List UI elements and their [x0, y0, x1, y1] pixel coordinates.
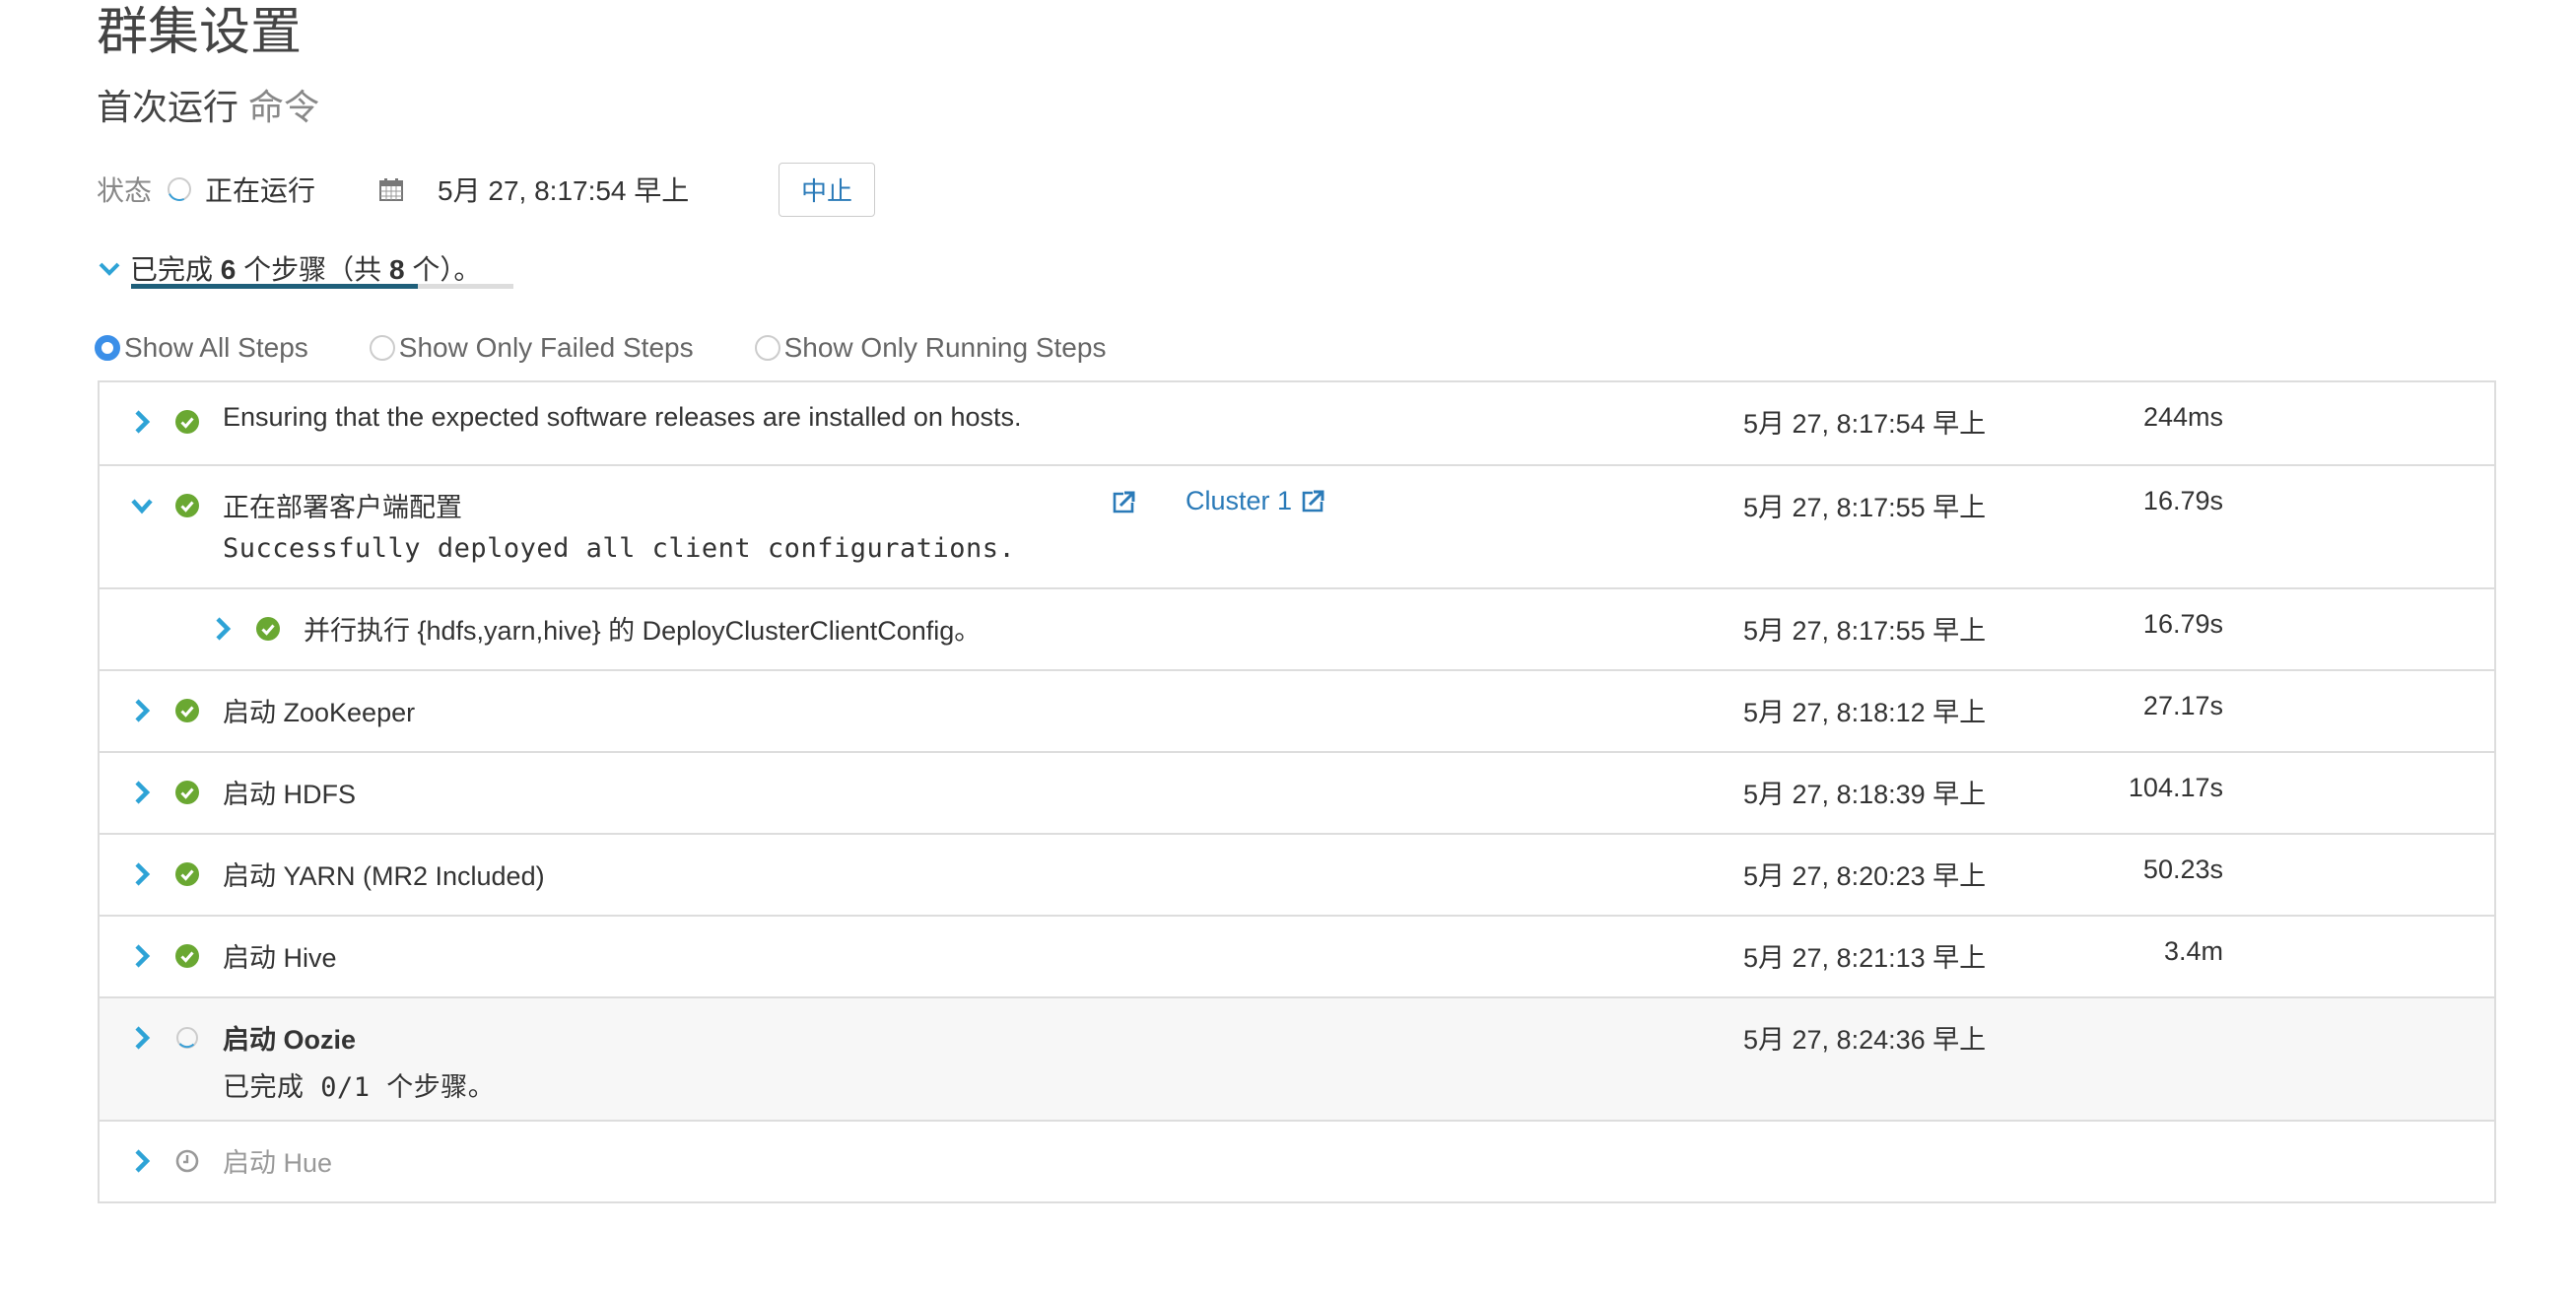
step-filter-group: Show All Steps Show Only Failed Steps Show…: [95, 328, 1106, 368]
external-link-icon[interactable]: [1300, 489, 1325, 514]
chevron-right-icon[interactable]: [131, 409, 153, 435]
summary-text: 已完成 6 个步骤（共 8 个）。: [130, 254, 482, 285]
step-duration: 244ms: [2142, 402, 2223, 432]
step-duration: 104.17s: [2128, 773, 2223, 802]
step-label: 启动 HDFS: [223, 780, 356, 809]
chevron-right-icon[interactable]: [131, 1025, 153, 1051]
pending-clock-icon: [175, 1149, 199, 1173]
abort-button[interactable]: 中止: [779, 163, 875, 217]
step-start-time: 5月 27, 8:18:12 早上: [1743, 698, 1987, 727]
step-start-time: 5月 27, 8:17:54 早上: [1743, 409, 1987, 439]
step-label: 正在部署客户端配置: [223, 493, 462, 522]
success-check-icon: [175, 781, 199, 804]
filter-label: Show All Steps: [124, 332, 308, 363]
step-row: 启动 HDFS 5月 27, 8:18:39 早上 104.17s: [100, 751, 2494, 833]
step-start-time: 5月 27, 8:24:36 早上: [1743, 1025, 1987, 1055]
filter-label: Show Only Running Steps: [783, 332, 1107, 363]
step-row: 启动 Hive 5月 27, 8:21:13 早上 3.4m: [100, 915, 2494, 996]
chevron-right-icon[interactable]: [131, 943, 153, 969]
running-spinner-icon: [176, 1027, 198, 1049]
success-check-icon: [175, 944, 199, 968]
steps-table: Ensuring that the expected software rele…: [98, 380, 2496, 1203]
step-start-time: 5月 27, 8:18:39 早上: [1743, 780, 1987, 809]
step-row: 启动 ZooKeeper 5月 27, 8:18:12 早上 27.17s: [100, 669, 2494, 751]
step-duration: 16.79s: [2142, 486, 2223, 515]
running-spinner-icon: [168, 177, 192, 201]
step-duration: 16.79s: [2142, 609, 2223, 639]
step-start-time: 5月 27, 8:21:13 早上: [1743, 943, 1987, 973]
chevron-down-icon: [99, 262, 120, 276]
step-label: Ensuring that the expected software rele…: [223, 402, 1022, 432]
step-label: 启动 Hive: [223, 943, 337, 973]
completed-count: 6: [220, 254, 237, 285]
steps-progress-fill: [131, 284, 418, 289]
radio-unchecked-icon[interactable]: [754, 335, 780, 361]
page-title: 群集设置: [97, 4, 303, 61]
success-check-icon: [175, 862, 199, 886]
step-label: 启动 Hue: [223, 1148, 333, 1178]
step-duration: 50.23s: [2142, 855, 2223, 884]
step-row: 启动 YARN (MR2 Included) 5月 27, 8:20:23 早上 5…: [100, 833, 2494, 915]
chevron-right-icon[interactable]: [131, 698, 153, 723]
filter-option[interactable]: Show All Steps: [95, 332, 308, 364]
command-name: 首次运行: [97, 87, 239, 127]
total-count: 8: [388, 254, 405, 285]
radio-checked-icon[interactable]: [95, 335, 120, 361]
success-check-icon: [256, 617, 280, 641]
chevron-right-icon[interactable]: [131, 780, 153, 805]
success-check-icon: [175, 494, 199, 517]
status-value: 正在运行: [205, 175, 316, 206]
status-row: 状态 正在运行 5月 27, 8:17:54 早上: [97, 168, 689, 211]
step-start-time: 5月 27, 8:17:55 早上: [1743, 616, 1987, 646]
step-label: 启动 YARN (MR2 Included): [223, 861, 545, 891]
step-duration: 27.17s: [2142, 691, 2223, 720]
step-duration: 3.4m: [2163, 936, 2223, 966]
step-label: 启动 Oozie: [223, 1025, 357, 1055]
cluster-link[interactable]: Cluster 1: [1186, 486, 1325, 516]
step-detail: 已完成 0/1 个步骤。: [223, 1072, 496, 1103]
step-row: 启动 Oozie 已完成 0/1 个步骤。 5月 27, 8:24:36 早上: [100, 996, 2494, 1120]
external-link-icon[interactable]: [1111, 490, 1136, 515]
chevron-right-icon[interactable]: [131, 1148, 153, 1174]
radio-unchecked-icon[interactable]: [369, 335, 395, 361]
start-time: 5月 27, 8:17:54 早上: [438, 175, 690, 206]
filter-option[interactable]: Show Only Running Steps: [754, 332, 1107, 364]
success-check-icon: [175, 410, 199, 434]
step-row: 并行执行 {hdfs,yarn,hive} 的 DeployClusterCli…: [100, 587, 2494, 669]
steps-progress-bar: [131, 284, 513, 289]
step-row: Ensuring that the expected software rele…: [100, 382, 2494, 464]
chevron-right-icon[interactable]: [212, 616, 234, 642]
step-start-time: 5月 27, 8:17:55 早上: [1743, 493, 1987, 522]
step-row: 正在部署客户端配置 Cluster 1 Successfully deployed …: [100, 464, 2494, 587]
calendar-icon: [379, 178, 404, 201]
step-detail: Successfully deployed all client configu…: [223, 533, 1016, 564]
filter-label: Show Only Failed Steps: [398, 332, 694, 363]
step-start-time: 5月 27, 8:20:23 早上: [1743, 861, 1987, 891]
cluster-link-label: Cluster 1: [1186, 486, 1293, 515]
success-check-icon: [175, 699, 199, 722]
chevron-right-icon[interactable]: [131, 861, 153, 887]
step-label: 启动 ZooKeeper: [223, 698, 416, 727]
command-title: 首次运行 命令: [97, 79, 319, 130]
step-row: 启动 Hue: [100, 1120, 2494, 1201]
filter-option[interactable]: Show Only Failed Steps: [369, 332, 694, 364]
step-label: 并行执行 {hdfs,yarn,hive} 的 DeployClusterCli…: [304, 616, 982, 646]
command-label: 命令: [248, 87, 320, 127]
status-label: 状态: [97, 175, 153, 206]
chevron-down-icon[interactable]: [131, 493, 153, 518]
